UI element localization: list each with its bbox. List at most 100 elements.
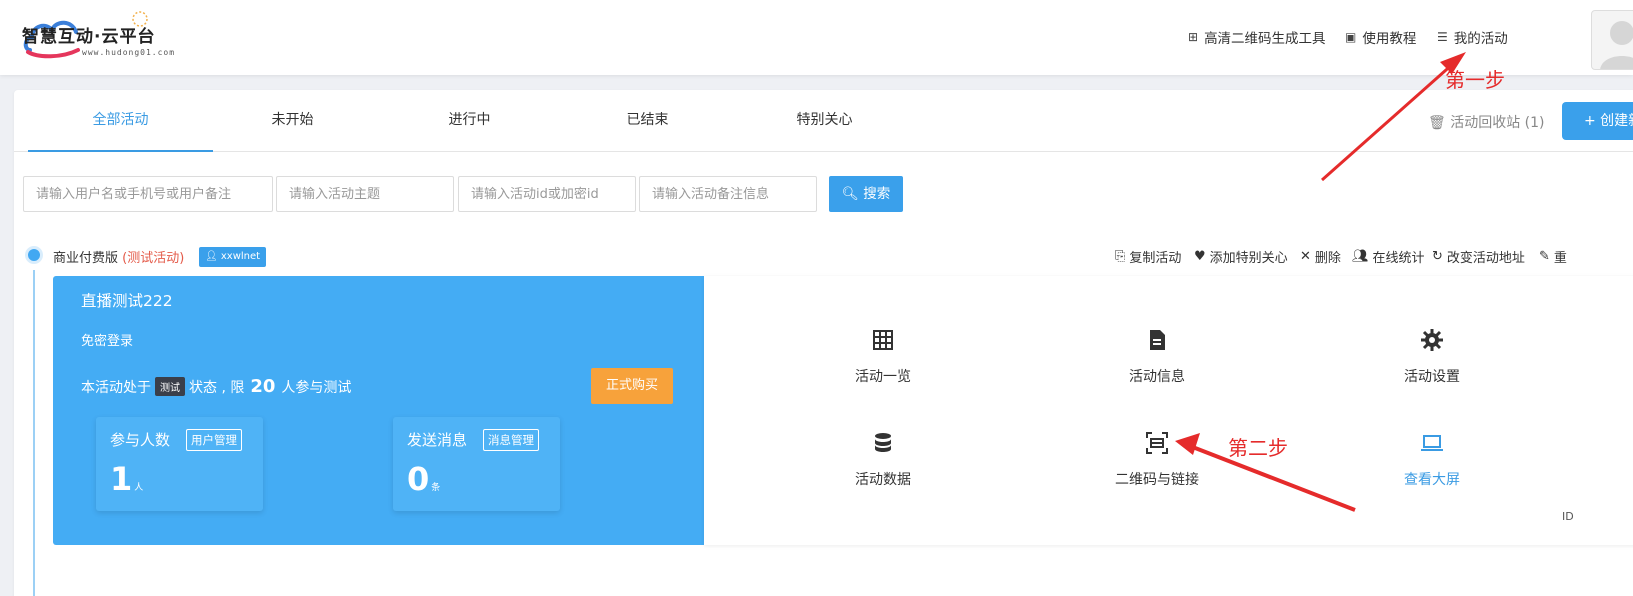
- action-overview-label: 活动一览: [855, 369, 911, 385]
- nav-qr-tool[interactable]: ⊞ 高清二维码生成工具: [1188, 27, 1326, 47]
- messages-card: 发送消息 消息管理 0条: [393, 417, 560, 511]
- tab-in-progress[interactable]: 进行中: [377, 90, 562, 152]
- login-mode: 免密登录: [81, 334, 134, 349]
- copy-icon: ⎘: [1115, 249, 1126, 264]
- action-qr-links-label: 二维码与链接: [1115, 472, 1199, 488]
- participants-value: 1人: [110, 460, 143, 498]
- gear-icon: [1421, 329, 1443, 351]
- activity-status: 本活动处于 测试 状态 , 限 20 人参与测试: [81, 376, 351, 397]
- user-badge[interactable]: 👤︎ xxwlnet: [199, 247, 267, 267]
- activity-id-fragment: ID: [1562, 510, 1574, 523]
- nav-tutorial[interactable]: ▣ 使用教程: [1345, 27, 1416, 47]
- trash-icon: 🗑: [1428, 115, 1446, 131]
- action-info[interactable]: 活动信息: [1082, 328, 1232, 386]
- qr-scan-icon: [1146, 432, 1168, 454]
- avatar[interactable]: [1591, 10, 1633, 70]
- op-online-stats[interactable]: 👥︎ 在线统计: [1352, 247, 1425, 266]
- nav-tutorial-label: 使用教程: [1362, 31, 1417, 47]
- book-icon: ▣: [1345, 30, 1357, 44]
- action-info-label: 活动信息: [1129, 369, 1185, 385]
- activity-type-label: 商业付费版: [53, 251, 119, 266]
- action-overview[interactable]: 活动一览: [808, 328, 958, 386]
- search-button[interactable]: 🔍︎ 搜索: [829, 176, 903, 212]
- op-favorite-label: 添加特别关心: [1209, 251, 1288, 266]
- search-user-input[interactable]: [23, 176, 273, 212]
- action-settings-label: 活动设置: [1404, 369, 1460, 385]
- document-icon: [1150, 330, 1165, 350]
- buy-button[interactable]: 正式购买: [591, 368, 673, 404]
- messages-label: 发送消息: [407, 431, 468, 449]
- message-management-button[interactable]: 消息管理: [483, 429, 539, 451]
- action-qr-links[interactable]: 二维码与链接: [1082, 431, 1232, 489]
- nav-qr-tool-label: 高清二维码生成工具: [1204, 31, 1326, 47]
- search-id-input[interactable]: [458, 176, 636, 212]
- database-icon: [875, 433, 891, 452]
- search-topic-input[interactable]: [276, 176, 454, 212]
- qr-grid-icon: ⊞: [1188, 30, 1199, 44]
- tab-favorites[interactable]: 特别关心: [732, 90, 917, 152]
- nav-my-activities[interactable]: ☰ 我的活动: [1437, 27, 1508, 47]
- participants-count: 1: [110, 460, 133, 498]
- participants-unit: 人: [134, 483, 144, 493]
- annotation-step-2: 第二步: [1228, 436, 1288, 460]
- recycle-bin-link[interactable]: 🗑 活动回收站 (1): [1428, 112, 1545, 132]
- list-icon: ☰: [1437, 30, 1448, 44]
- messages-count: 0: [407, 460, 430, 498]
- participants-label: 参与人数: [110, 431, 171, 449]
- op-change-url-label: 改变活动地址: [1446, 251, 1525, 266]
- tab-bar: 全部活动 未开始 进行中 已结束 特别关心 🗑 活动回收站 (1) + 创建新: [14, 90, 1633, 152]
- activity-card: 全部活动 未开始 进行中 已结束 特别关心 🗑 活动回收站 (1) + 创建新 …: [14, 90, 1633, 596]
- heart-icon: ♥: [1194, 249, 1206, 264]
- messages-unit: 条: [431, 483, 441, 493]
- search-note-input[interactable]: [639, 176, 817, 212]
- logo-url: www.hudong01.com: [82, 48, 176, 57]
- activity-type: 商业付费版 (测试活动): [53, 247, 184, 266]
- search-icon: 🔍︎: [841, 186, 859, 202]
- timeline-line: [33, 270, 35, 596]
- op-delete[interactable]: ✕ 删除: [1300, 247, 1341, 266]
- op-change-url[interactable]: ↻ 改变活动地址: [1432, 247, 1525, 266]
- search-button-label: 搜索: [863, 186, 891, 202]
- create-activity-button[interactable]: + 创建新: [1562, 102, 1633, 140]
- action-big-screen-label: 查看大屏: [1404, 472, 1460, 488]
- tab-all[interactable]: 全部活动: [28, 90, 213, 152]
- op-more[interactable]: ✎ 重: [1539, 247, 1567, 266]
- refresh-icon: ↻: [1432, 249, 1443, 264]
- activity-title[interactable]: 直播测试222: [81, 289, 173, 311]
- participants-card: 参与人数 用户管理 1人: [96, 417, 263, 511]
- op-copy-label: 复制活动: [1129, 251, 1182, 266]
- user-icon: 👤︎: [205, 251, 218, 262]
- status-prefix: 本活动处于: [81, 379, 151, 396]
- status-limit: 20: [250, 376, 276, 397]
- edit-icon: ✎: [1539, 249, 1550, 264]
- action-data-label: 活动数据: [855, 472, 911, 488]
- op-more-label: 重: [1553, 251, 1567, 266]
- tab-ended[interactable]: 已结束: [555, 90, 740, 152]
- op-copy[interactable]: ⎘ 复制活动: [1115, 247, 1181, 266]
- op-online-stats-label: 在线统计: [1372, 251, 1425, 266]
- action-big-screen[interactable]: 查看大屏: [1357, 431, 1507, 489]
- user-badge-name: xxwlnet: [220, 251, 261, 262]
- status-mid: 状态 , 限: [189, 379, 245, 396]
- activity-type-note: (测试活动): [122, 251, 185, 266]
- timeline-dot: [25, 246, 43, 264]
- top-bar: 智慧互动·云平台 www.hudong01.com ⊞ 高清二维码生成工具 ▣ …: [0, 0, 1633, 75]
- status-suffix: 人参与测试: [281, 379, 352, 396]
- recycle-bin-label: 活动回收站 (1): [1450, 115, 1545, 131]
- user-management-button[interactable]: 用户管理: [186, 429, 242, 451]
- laptop-icon: [1421, 435, 1443, 451]
- op-delete-label: 删除: [1314, 251, 1341, 266]
- table-icon: [873, 330, 893, 350]
- activity-actions-panel: 活动一览 活动信息 活动设置 活动数据 二维码与链接 查看大屏: [704, 276, 1633, 545]
- op-favorite[interactable]: ♥ 添加特别关心: [1194, 247, 1288, 266]
- action-settings[interactable]: 活动设置: [1357, 328, 1507, 386]
- close-icon: ✕: [1300, 249, 1311, 264]
- user-silhouette-icon: [1600, 21, 1633, 69]
- action-data[interactable]: 活动数据: [808, 431, 958, 489]
- annotation-step-1: 第一步: [1445, 68, 1505, 92]
- activity-summary-panel: 直播测试222 免密登录 本活动处于 测试 状态 , 限 20 人参与测试 正式…: [53, 276, 704, 545]
- nav-my-activities-label: 我的活动: [1453, 31, 1508, 47]
- logo-text: 智慧互动·云平台: [22, 27, 156, 47]
- status-badge: 测试: [155, 377, 185, 396]
- tab-not-started[interactable]: 未开始: [200, 90, 385, 152]
